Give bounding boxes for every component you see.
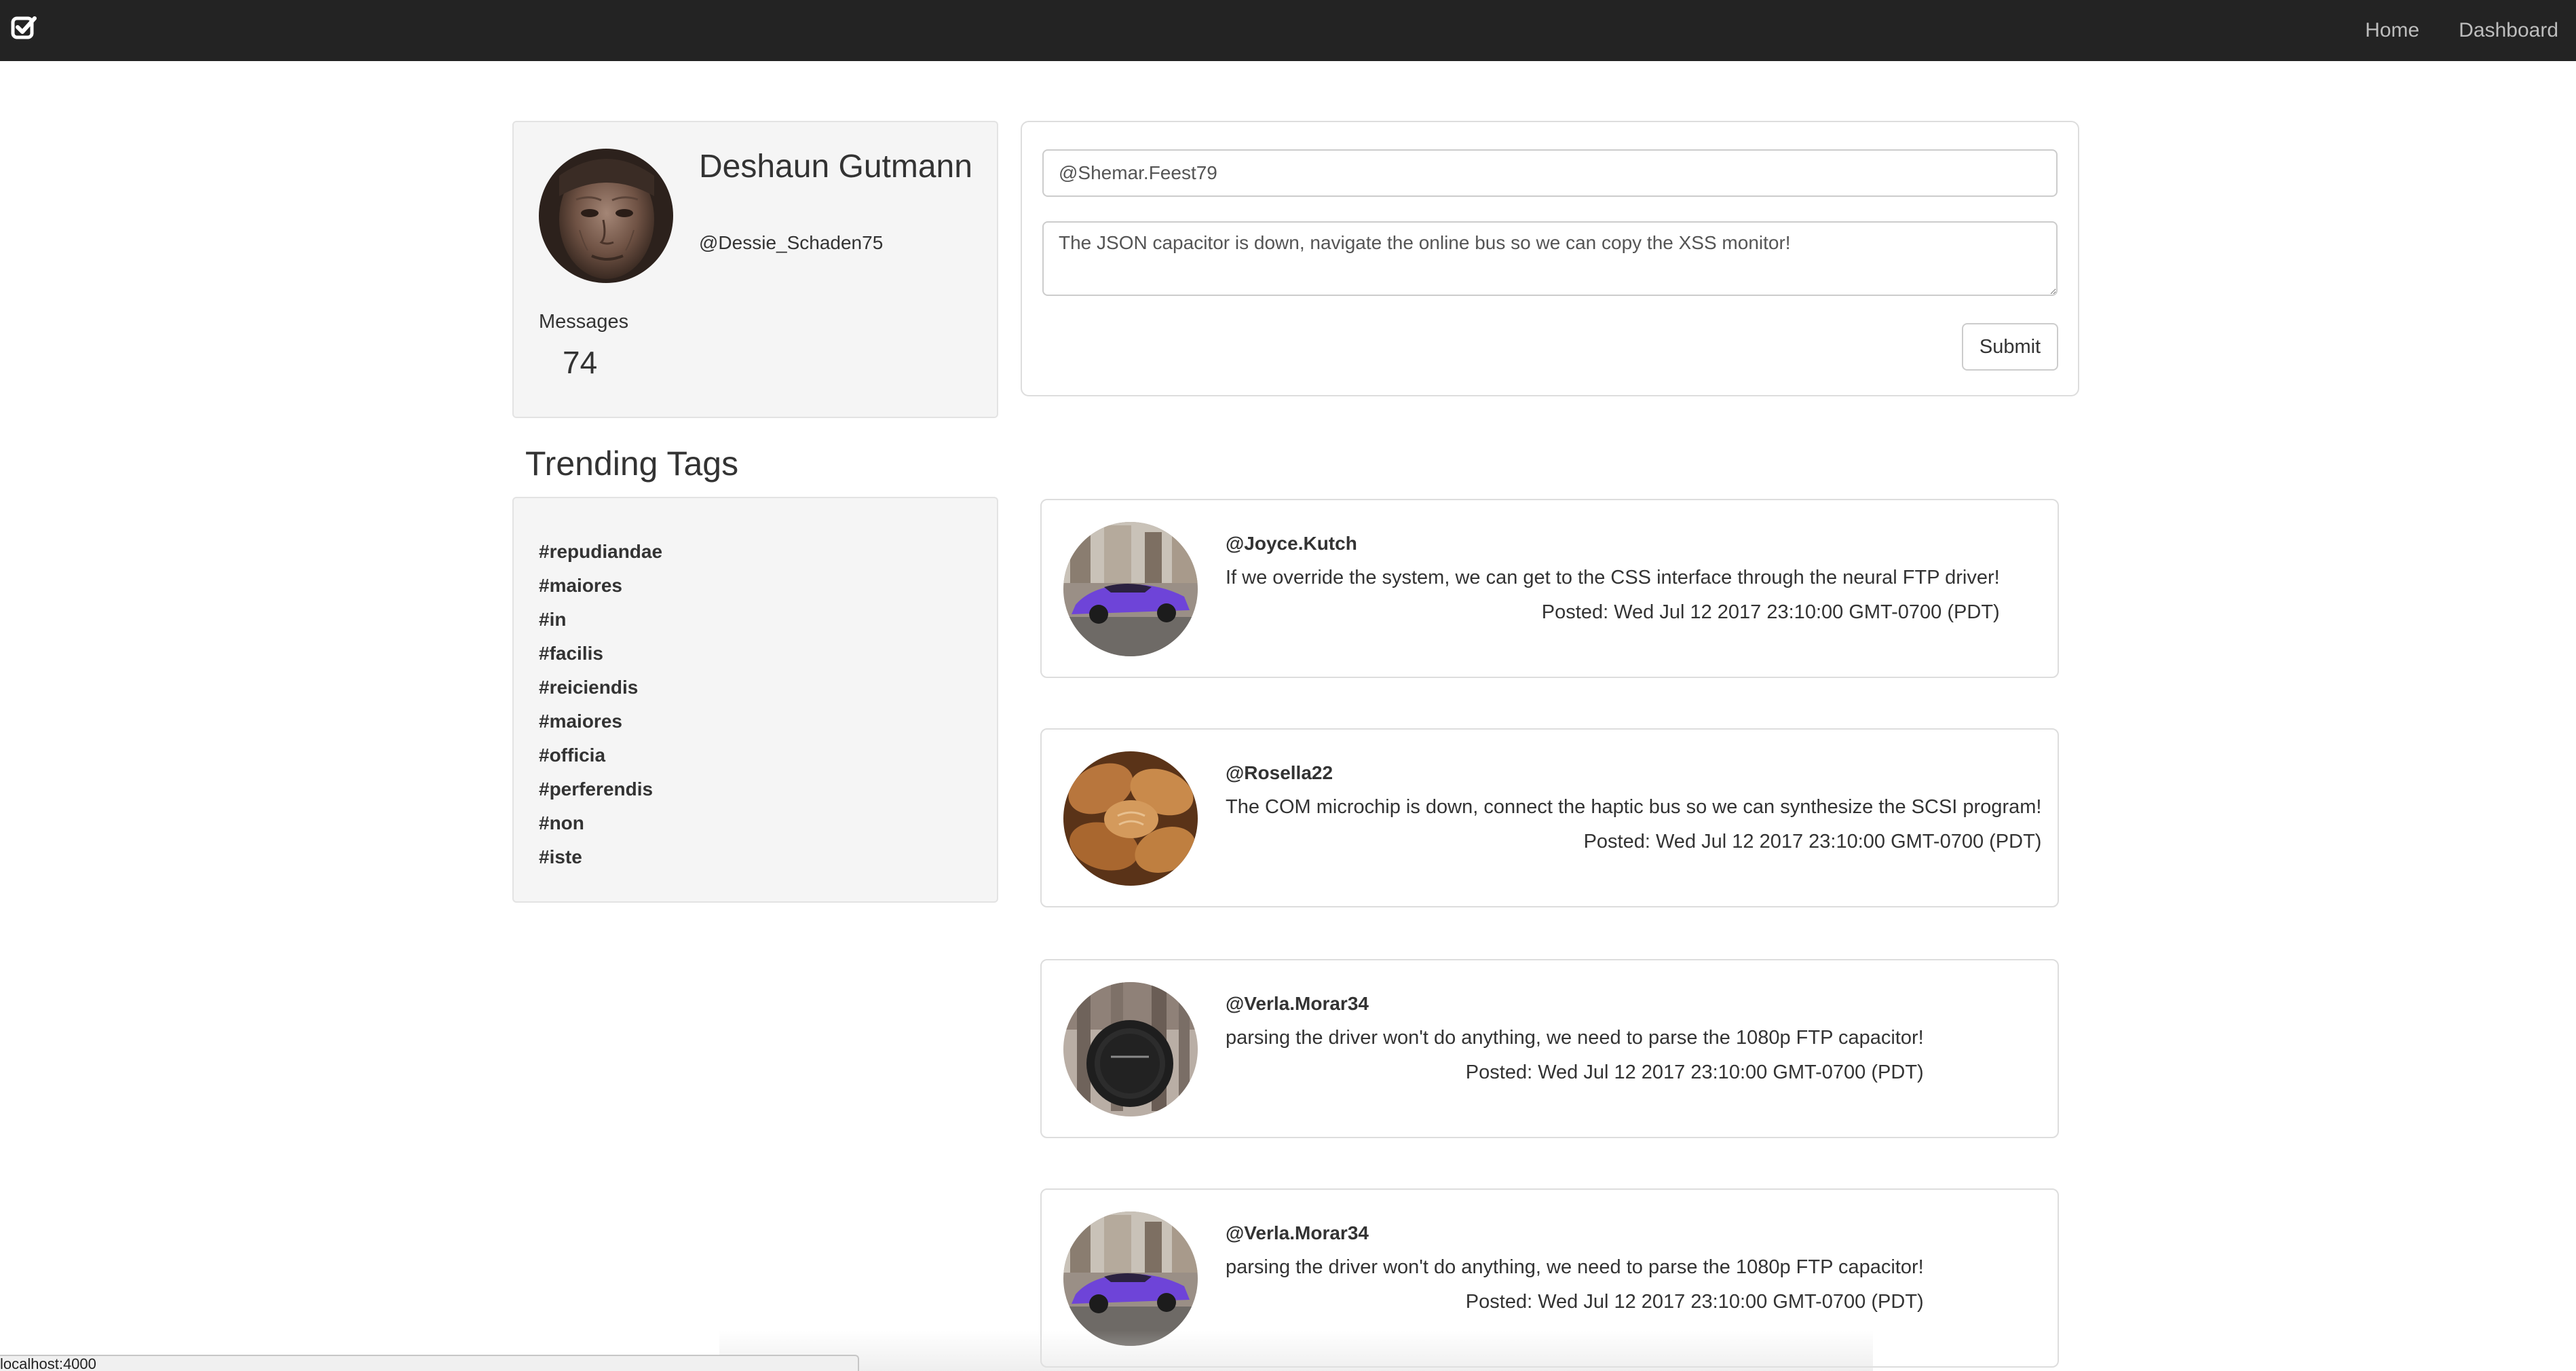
check-square-icon[interactable] xyxy=(10,14,38,42)
messages-count: 74 xyxy=(563,345,598,380)
tag-item[interactable]: #iste xyxy=(539,840,662,874)
message-avatar xyxy=(1063,522,1198,656)
trending-tags-card: #repudiandae #maiores #in #facilis #reic… xyxy=(512,497,998,903)
message-card: @Verla.Morar34 parsing the driver won't … xyxy=(1040,1188,2059,1368)
messages-label: Messages xyxy=(539,311,629,333)
handle-input[interactable] xyxy=(1042,149,2058,197)
tag-item[interactable]: #facilis xyxy=(539,637,662,671)
message-text: parsing the driver won't do anything, we… xyxy=(1226,1027,1924,1049)
message-card: @Rosella22 The COM microchip is down, co… xyxy=(1040,728,2059,907)
message-username[interactable]: @Rosella22 xyxy=(1226,762,2041,784)
message-card: @Verla.Morar34 parsing the driver won't … xyxy=(1040,959,2059,1138)
lens-cap-image xyxy=(1063,982,1198,1116)
purple-car-image xyxy=(1063,1212,1198,1346)
profile-avatar-image xyxy=(539,149,673,283)
browser-status-bar: localhost:4000 xyxy=(0,1355,859,1371)
nav-links: Home Dashboard xyxy=(2365,0,2558,61)
profile-avatar xyxy=(539,149,673,283)
message-timestamp: Posted: Wed Jul 12 2017 23:10:00 GMT-070… xyxy=(1465,1291,1924,1313)
message-text: parsing the driver won't do anything, we… xyxy=(1226,1256,1924,1278)
tag-item[interactable]: #reiciendis xyxy=(539,671,662,705)
message-textarea[interactable]: The JSON capacitor is down, navigate the… xyxy=(1042,221,2058,296)
tags-list: #repudiandae #maiores #in #facilis #reic… xyxy=(539,535,662,874)
message-timestamp: Posted: Wed Jul 12 2017 23:10:00 GMT-070… xyxy=(1583,831,2042,852)
profile-card: Deshaun Gutmann @Dessie_Schaden75 Messag… xyxy=(512,121,998,418)
tag-item[interactable]: #officia xyxy=(539,738,662,772)
tag-item[interactable]: #maiores xyxy=(539,569,662,603)
message-avatar xyxy=(1063,1212,1198,1346)
message-avatar xyxy=(1063,982,1198,1116)
message-timestamp: Posted: Wed Jul 12 2017 23:10:00 GMT-070… xyxy=(1465,1062,1924,1083)
tag-item[interactable]: #maiores xyxy=(539,705,662,738)
message-body: @Rosella22 The COM microchip is down, co… xyxy=(1226,762,2041,853)
top-navbar: Home Dashboard xyxy=(0,0,2576,61)
profile-handle: @Dessie_Schaden75 xyxy=(699,232,884,253)
message-timestamp: Posted: Wed Jul 12 2017 23:10:00 GMT-070… xyxy=(1541,601,2000,623)
nav-dashboard-link[interactable]: Dashboard xyxy=(2459,19,2558,42)
message-card: @Joyce.Kutch If we override the system, … xyxy=(1040,499,2059,678)
message-body: @Joyce.Kutch If we override the system, … xyxy=(1226,533,2000,624)
purple-car-image xyxy=(1063,522,1198,656)
tag-item[interactable]: #perferendis xyxy=(539,772,662,806)
message-username[interactable]: @Verla.Morar34 xyxy=(1226,993,1924,1015)
compose-form: The JSON capacitor is down, navigate the… xyxy=(1021,121,2079,396)
tag-item[interactable]: #in xyxy=(539,603,662,637)
message-avatar xyxy=(1063,751,1198,886)
nav-home-link[interactable]: Home xyxy=(2365,19,2419,42)
profile-name: Deshaun Gutmann xyxy=(699,149,972,185)
trending-tags-title: Trending Tags xyxy=(525,445,739,483)
message-text: If we override the system, we can get to… xyxy=(1226,567,2000,588)
message-username[interactable]: @Verla.Morar34 xyxy=(1226,1222,1924,1244)
submit-button[interactable]: Submit xyxy=(1962,323,2058,371)
bread-image xyxy=(1063,751,1198,886)
tag-item[interactable]: #repudiandae xyxy=(539,535,662,569)
message-body: @Verla.Morar34 parsing the driver won't … xyxy=(1226,993,1924,1084)
message-username[interactable]: @Joyce.Kutch xyxy=(1226,533,2000,555)
message-body: @Verla.Morar34 parsing the driver won't … xyxy=(1226,1222,1924,1313)
message-text: The COM microchip is down, connect the h… xyxy=(1226,796,2042,818)
tag-item[interactable]: #non xyxy=(539,806,662,840)
